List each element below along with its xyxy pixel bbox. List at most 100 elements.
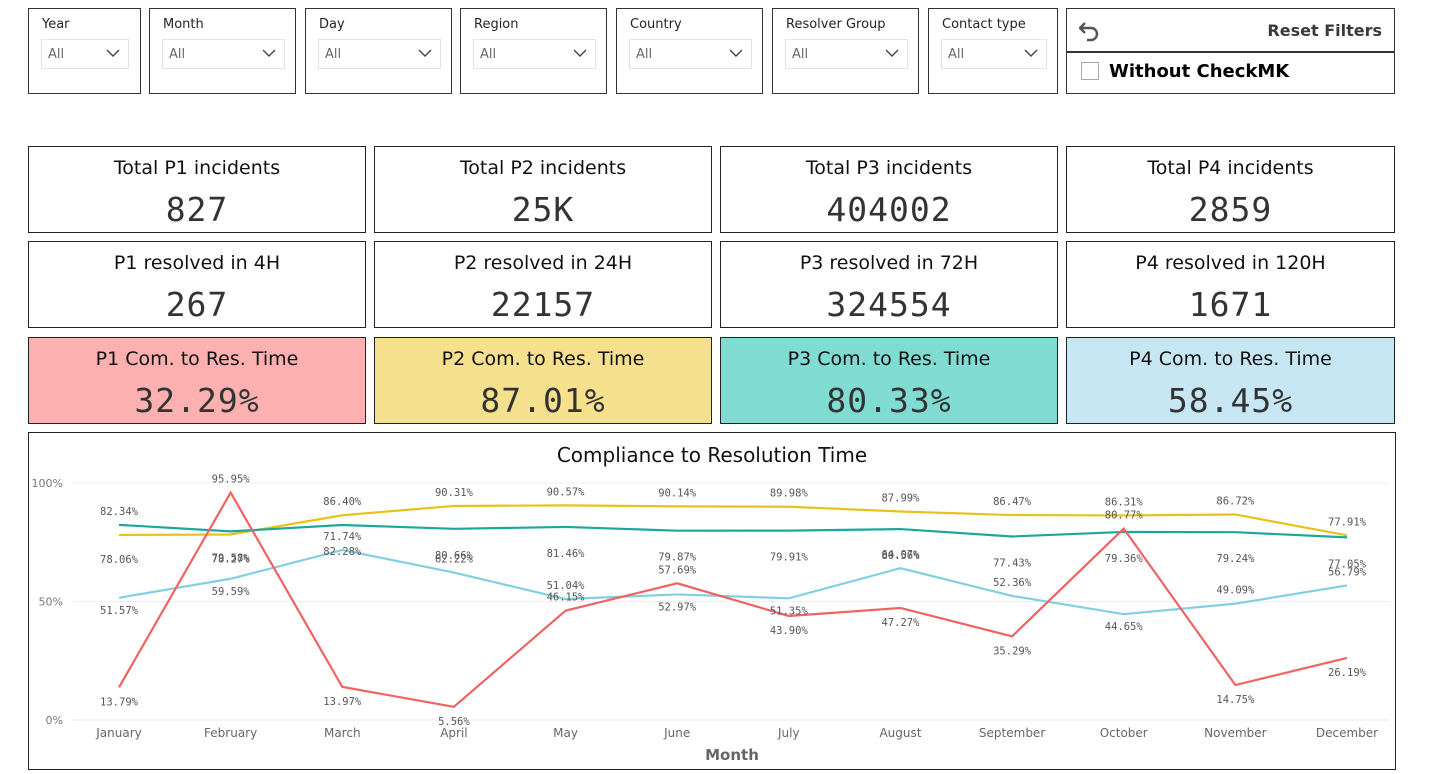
data-label: 51.35% <box>770 605 809 617</box>
data-label: 5.56% <box>438 716 470 728</box>
chevron-down-icon <box>729 49 743 57</box>
card-value: 267 <box>165 285 229 324</box>
without-checkmk-checkbox[interactable] <box>1081 62 1099 80</box>
card-p4-resolved: P4 resolved in 120H 1671 <box>1066 241 1395 328</box>
slicer-label: Country <box>630 17 682 32</box>
card-p2-compliance: P2 Com. to Res. Time 87.01% <box>374 337 712 424</box>
chevron-down-icon <box>1024 49 1038 57</box>
data-label: 86.72% <box>1216 495 1255 507</box>
month-dropdown[interactable]: All <box>162 39 285 69</box>
card-value: 87.01% <box>480 381 606 420</box>
dropdown-value: All <box>325 47 342 62</box>
slicer-resolver-group: Resolver Group All <box>772 8 919 94</box>
data-label: 47.27% <box>881 617 920 629</box>
country-dropdown[interactable]: All <box>629 39 752 69</box>
card-p1-resolved: P1 resolved in 4H 267 <box>28 241 366 328</box>
data-label: 62.22% <box>435 554 474 566</box>
data-label: 71.74% <box>323 531 362 543</box>
undo-icon[interactable] <box>1077 19 1101 43</box>
data-label: 90.31% <box>435 487 474 499</box>
data-label: 79.36% <box>1105 553 1144 565</box>
reset-filters-panel: Reset Filters Without CheckMK <box>1066 8 1395 94</box>
x-tick-label: January <box>95 726 142 740</box>
data-label: 86.40% <box>323 496 362 508</box>
data-label: 90.14% <box>658 487 697 499</box>
data-label: 89.98% <box>770 488 809 500</box>
card-value: 324554 <box>826 285 952 324</box>
day-dropdown[interactable]: All <box>318 39 441 69</box>
data-label: 79.91% <box>770 552 809 564</box>
slicer-day: Day All <box>305 8 452 94</box>
data-label: 86.47% <box>993 496 1032 508</box>
card-title: P3 Com. to Res. Time <box>787 348 991 370</box>
series-line <box>118 523 1348 539</box>
slicer-contact-type: Contact type All <box>928 8 1058 94</box>
slicer-year: Year All <box>28 8 141 94</box>
card-p3-resolved: P3 resolved in 72H 324554 <box>720 241 1058 328</box>
data-label: 14.75% <box>1216 694 1255 706</box>
x-axis-label: Month <box>705 746 759 764</box>
card-value: 1671 <box>1188 285 1273 324</box>
data-label: 13.97% <box>323 696 362 708</box>
region-dropdown[interactable]: All <box>473 39 596 69</box>
data-label: 35.29% <box>993 645 1032 657</box>
x-tick-label: March <box>324 726 361 740</box>
year-dropdown[interactable]: All <box>41 39 129 69</box>
card-title: P2 resolved in 24H <box>453 252 633 274</box>
data-label: 77.43% <box>993 557 1032 569</box>
data-label: 80.77% <box>1105 510 1144 522</box>
card-total-p1: Total P1 incidents 827 <box>28 146 366 233</box>
card-title: P3 resolved in 72H <box>799 252 979 274</box>
chevron-down-icon <box>262 49 276 57</box>
card-value: 80.33% <box>826 381 952 420</box>
data-label: 95.95% <box>212 474 251 486</box>
data-label: 81.46% <box>547 548 586 560</box>
data-label: 64.07% <box>881 549 920 561</box>
dropdown-value: All <box>169 47 186 62</box>
card-value: 2859 <box>1188 190 1273 229</box>
card-p4-compliance: P4 Com. to Res. Time 58.45% <box>1066 337 1395 424</box>
card-p2-resolved: P2 resolved in 24H 22157 <box>374 241 712 328</box>
contact-type-dropdown[interactable]: All <box>941 39 1047 69</box>
card-title: P1 Com. to Res. Time <box>95 348 299 370</box>
data-label: 51.57% <box>100 605 139 617</box>
x-tick-label: August <box>879 726 921 740</box>
slicer-region: Region All <box>460 8 607 94</box>
x-tick-label: December <box>1316 726 1378 740</box>
card-title: Total P4 incidents <box>1147 157 1314 179</box>
card-total-p2: Total P2 incidents 25K <box>374 146 712 233</box>
data-label: 79.24% <box>1216 553 1255 565</box>
divider <box>1067 51 1394 53</box>
card-value: 827 <box>165 190 229 229</box>
card-title: Total P2 incidents <box>459 157 627 179</box>
card-title: P2 Com. to Res. Time <box>441 348 645 370</box>
data-label: 87.99% <box>881 492 920 504</box>
resolver-group-dropdown[interactable]: All <box>785 39 908 69</box>
card-total-p3: Total P3 incidents 404002 <box>720 146 1058 233</box>
card-title: Total P3 incidents <box>805 157 973 179</box>
data-label: 52.36% <box>993 577 1032 589</box>
data-label: 59.59% <box>212 586 251 598</box>
data-label: 79.58% <box>212 552 251 564</box>
x-tick-label: June <box>663 726 690 740</box>
slicer-label: Day <box>319 17 345 32</box>
x-tick-label: February <box>204 726 257 740</box>
card-p1-compliance: P1 Com. to Res. Time 32.29% <box>28 337 366 424</box>
dropdown-value: All <box>480 47 497 62</box>
data-label: 79.87% <box>658 552 697 564</box>
slicer-country: Country All <box>616 8 763 94</box>
x-tick-label: April <box>440 726 467 740</box>
data-label: 57.69% <box>658 564 697 576</box>
chevron-down-icon <box>418 49 432 57</box>
without-checkmk-label[interactable]: Without CheckMK <box>1109 61 1289 82</box>
data-label: 56.79% <box>1328 566 1367 578</box>
data-label: 86.31% <box>1105 496 1144 508</box>
data-label: 43.90% <box>770 625 809 637</box>
dropdown-value: All <box>792 47 809 62</box>
data-label: 82.28% <box>323 546 362 558</box>
x-tick-label: May <box>553 726 578 740</box>
card-value: 58.45% <box>1167 381 1294 420</box>
series-line <box>118 490 1348 708</box>
reset-filters-button[interactable]: Reset Filters <box>1267 21 1382 40</box>
slicer-label: Contact type <box>942 17 1026 32</box>
